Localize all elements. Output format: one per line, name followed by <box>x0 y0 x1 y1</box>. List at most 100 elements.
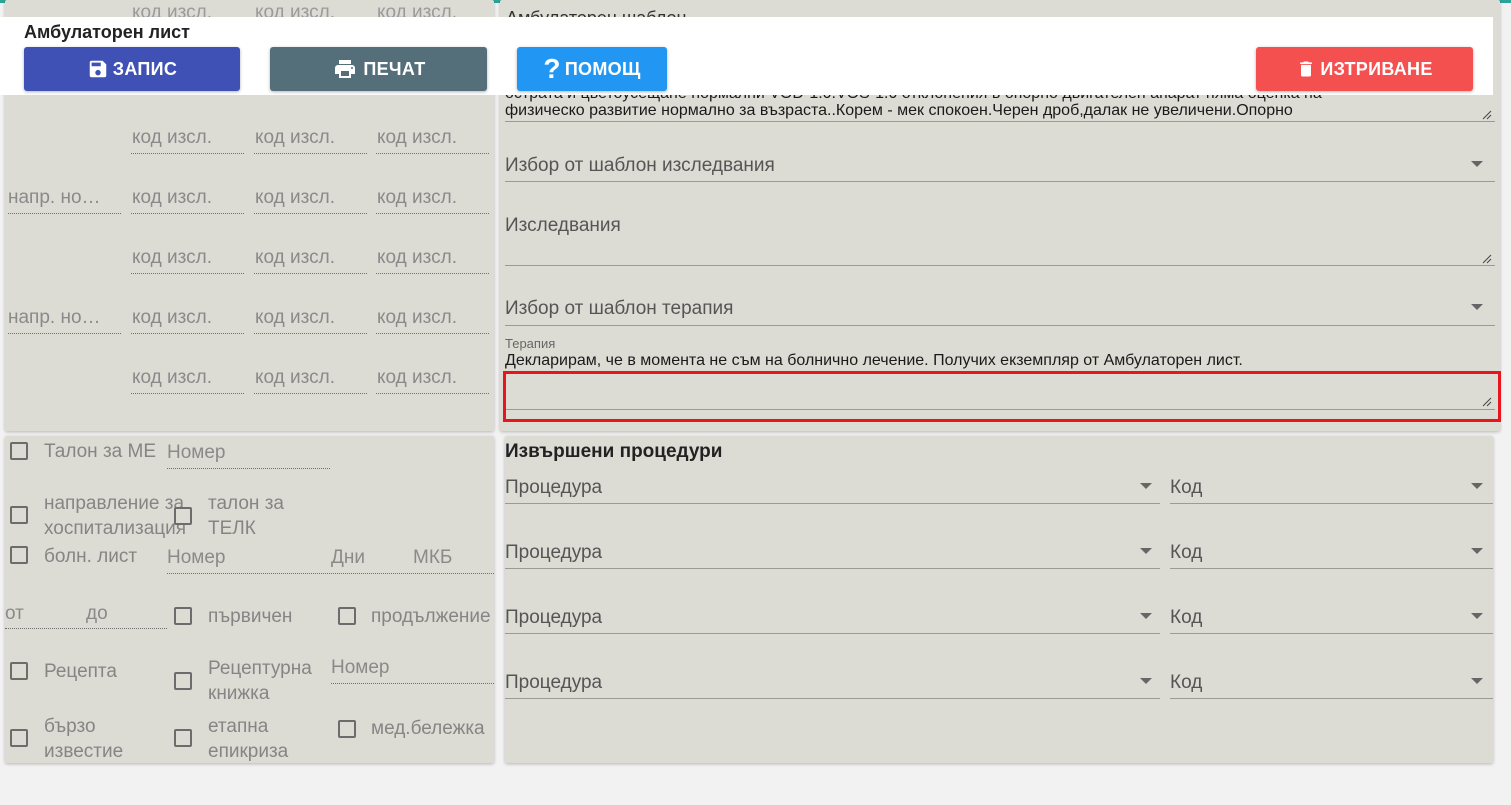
printer-icon <box>335 60 356 78</box>
procedure-underline <box>505 568 1160 569</box>
highlight-box <box>503 371 1501 422</box>
therapy-small-label: Терапия <box>505 336 556 351</box>
exam-code-input[interactable]: код изсл. <box>377 187 457 209</box>
chevron-down-icon[interactable] <box>1140 483 1152 489</box>
exam-code-input[interactable]: код изсл. <box>132 367 212 389</box>
chevron-down-icon[interactable] <box>1140 548 1152 554</box>
procedure-code-select[interactable]: Код <box>1170 542 1202 564</box>
primary-checkbox[interactable] <box>174 607 192 625</box>
resize-grip-icon[interactable] <box>1482 110 1492 120</box>
from-date-input[interactable]: от <box>5 603 24 625</box>
sick-leave-days-input[interactable]: Дни <box>331 547 365 569</box>
to-date-input[interactable]: до <box>86 603 108 625</box>
resize-grip-icon[interactable] <box>1482 254 1492 264</box>
procedure-code-underline <box>1170 568 1493 569</box>
exam-code-input[interactable]: код изсл. <box>255 307 335 329</box>
rx-book-checkbox[interactable] <box>174 672 192 690</box>
procedure-select[interactable]: Процедура <box>505 542 602 564</box>
exam-code-underline <box>131 153 244 154</box>
chevron-down-icon[interactable] <box>1471 678 1483 684</box>
procedure-select[interactable]: Процедура <box>505 477 602 499</box>
primary-label: първичен <box>208 606 293 627</box>
chevron-down-icon[interactable] <box>1471 304 1483 310</box>
procedure-code-underline <box>1170 503 1493 504</box>
prescription-checkbox[interactable] <box>10 662 28 680</box>
continuation-checkbox[interactable] <box>338 607 356 625</box>
rx-book-number-input[interactable]: Номер <box>331 657 389 679</box>
continuation-label: продължение <box>371 606 491 627</box>
rx-book-label-line1: Рецептурна <box>208 658 312 679</box>
procedure-select[interactable]: Процедура <box>505 672 602 694</box>
talon-number-input[interactable]: Номер <box>167 442 225 464</box>
exam-code-input[interactable]: код изсл. <box>132 187 212 209</box>
telk-label-line1: талон за <box>208 493 284 514</box>
exam-template-select[interactable]: Избор от шаблон изследвания <box>505 155 775 177</box>
referral-number-input[interactable]: напр. но… <box>8 187 101 209</box>
exam-code-input[interactable]: код изсл. <box>255 127 335 149</box>
hospitalization-label-line2: хоспитализация <box>44 518 187 539</box>
stage-epicrisis-label: етапна епикриза <box>208 714 288 764</box>
exam-code-input[interactable]: код изсл. <box>132 247 212 269</box>
save-button[interactable]: ЗАПИС <box>24 47 240 91</box>
exams-textarea-label[interactable]: Изследвания <box>505 215 621 237</box>
save-icon <box>89 60 107 78</box>
exam-code-input[interactable]: код изсл. <box>255 247 335 269</box>
referral-number-input[interactable]: напр. но… <box>8 307 101 329</box>
hospitalization-checkbox[interactable] <box>10 506 28 524</box>
chevron-down-icon[interactable] <box>1140 678 1152 684</box>
date-range-underline <box>5 628 167 629</box>
sick-leave-number-input[interactable]: Номер <box>167 547 225 569</box>
exam-code-input[interactable]: код изсл. <box>255 367 335 389</box>
procedure-code-select[interactable]: Код <box>1170 672 1202 694</box>
delete-button[interactable]: ИЗТРИВАНЕ <box>1256 47 1473 91</box>
help-label: ПОМОЩ <box>564 58 641 79</box>
telk-label: талон за ТЕЛК <box>208 491 284 541</box>
chevron-down-icon[interactable] <box>1471 161 1483 167</box>
rx-book-label-line2: книжка <box>208 683 270 704</box>
therapy-text[interactable]: Декларирам, че в момента не съм на болни… <box>505 352 1485 369</box>
print-button[interactable]: ПЕЧАТ <box>270 47 487 91</box>
sick-leave-mkb-input[interactable]: МКБ <box>413 547 452 569</box>
exam-code-input[interactable]: код изсл. <box>255 187 335 209</box>
question-icon: ? <box>543 53 561 84</box>
therapy-template-select[interactable]: Избор от шаблон терапия <box>505 298 733 320</box>
quick-notice-label: бързо известие <box>44 714 123 764</box>
exam-code-underline <box>131 393 244 394</box>
chevron-down-icon[interactable] <box>1140 613 1152 619</box>
exam-code-underline <box>254 213 367 214</box>
exam-code-input[interactable]: код изсл. <box>377 127 457 149</box>
exam-code-underline <box>254 393 367 394</box>
exam-code-input[interactable]: код изсл. <box>377 247 457 269</box>
documents-card: Талон за МЕ Номер направление за хоспитал… <box>5 436 494 763</box>
chevron-down-icon[interactable] <box>1471 548 1483 554</box>
procedure-select[interactable]: Процедура <box>505 607 602 629</box>
sick-leave-checkbox[interactable] <box>10 546 28 564</box>
hospitalization-label-line1: направление за <box>44 493 185 514</box>
save-label: ЗАПИС <box>112 58 178 79</box>
exam-code-underline <box>254 153 367 154</box>
chevron-down-icon[interactable] <box>1471 613 1483 619</box>
status-text-line2: физическо развитие нормално за възраста.… <box>505 102 1293 119</box>
med-note-checkbox[interactable] <box>338 720 356 738</box>
help-button[interactable]: ? ПОМОЩ <box>517 47 667 91</box>
procedure-code-select[interactable]: Код <box>1170 607 1202 629</box>
procedures-title: Извършени процедури <box>505 441 723 462</box>
therapy-template-underline <box>505 325 1495 326</box>
telk-checkbox[interactable] <box>174 507 192 525</box>
stage-epicrisis-checkbox[interactable] <box>174 729 192 747</box>
exam-code-input[interactable]: код изсл. <box>377 307 457 329</box>
exam-code-underline <box>376 393 489 394</box>
print-label: ПЕЧАТ <box>363 58 426 79</box>
procedure-code-select[interactable]: Код <box>1170 477 1202 499</box>
exam-code-underline <box>376 333 489 334</box>
exam-code-input[interactable]: код изсл. <box>377 367 457 389</box>
talon-me-checkbox[interactable] <box>10 442 28 460</box>
exam-code-input[interactable]: код изсл. <box>132 127 212 149</box>
stage-epicrisis-label-line2: епикриза <box>208 741 289 762</box>
exam-code-input[interactable]: код изсл. <box>132 307 212 329</box>
hospitalization-label: направление за хоспитализация <box>44 491 186 541</box>
chevron-down-icon[interactable] <box>1471 483 1483 489</box>
quick-notice-checkbox[interactable] <box>10 729 28 747</box>
exam-code-underline <box>131 273 244 274</box>
referral-underline <box>8 333 121 334</box>
